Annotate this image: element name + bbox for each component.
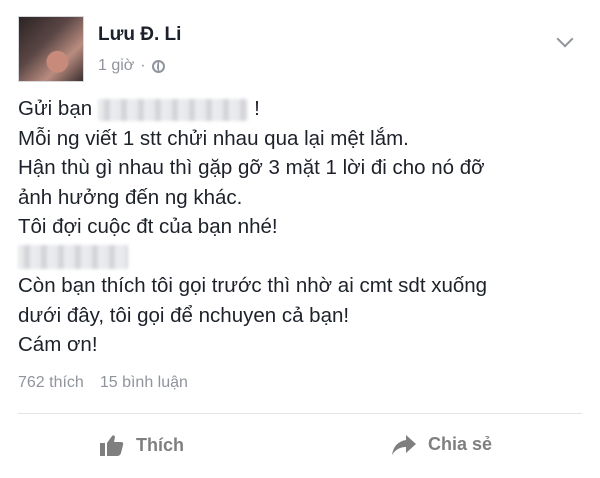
redacted-name — [98, 98, 249, 121]
share-arrow-icon — [392, 434, 416, 455]
post-body: Gửi bạn! Mỗi ng viết 1 stt chửi nhau qua… — [18, 94, 588, 360]
meta-separator: · — [140, 57, 146, 74]
avatar[interactable] — [18, 16, 84, 82]
like-label: Thích — [136, 434, 184, 455]
redacted-phone — [18, 245, 128, 270]
globe-icon[interactable] — [151, 59, 165, 73]
post-line-2: Mỗi ng viết 1 stt chửi nhau qua lại mệt … — [18, 126, 409, 150]
like-button[interactable]: Thích — [100, 434, 184, 456]
share-button[interactable]: Chia sẻ — [392, 434, 492, 455]
post-line-6 — [18, 242, 588, 272]
post-line-7: Còn bạn thích tôi gọi trước thì nhờ ai c… — [18, 274, 488, 297]
post-meta: 1 giờ · — [98, 57, 165, 75]
greeting-text: Gửi bạn — [18, 97, 93, 120]
post-line-8: dưới đây, tôi gọi để nchuyen cả bạn! — [18, 303, 350, 327]
comments-count[interactable]: 15 bình luận — [100, 374, 188, 392]
chevron-down-icon[interactable] — [556, 30, 574, 48]
timestamp[interactable]: 1 giờ — [98, 57, 134, 75]
post-line-3: Hận thù gì nhau thì gặp gỡ 3 mặt 1 lời đ… — [18, 156, 485, 179]
facebook-post: Lưu Đ. Li 1 giờ · Gửi bạn! Mỗi ng viết 1… — [0, 0, 600, 478]
post-line-1: Gửi bạn! — [18, 94, 588, 124]
post-line-9: Cám ơn! — [18, 333, 98, 356]
divider — [18, 413, 582, 414]
share-label: Chia sẻ — [428, 434, 493, 454]
author-name[interactable]: Lưu Đ. Li — [98, 24, 181, 46]
post-line-4: ảnh hưởng đến ng khác. — [18, 185, 243, 209]
post-line-5: Tôi đợi cuộc đt của bạn nhé! — [18, 215, 278, 238]
likes-count[interactable]: 762 thích — [18, 374, 84, 392]
reaction-counts: 762 thích 15 bình luận — [18, 374, 188, 392]
exclamation-text: ! — [254, 97, 260, 120]
thumbs-up-icon — [100, 434, 124, 456]
